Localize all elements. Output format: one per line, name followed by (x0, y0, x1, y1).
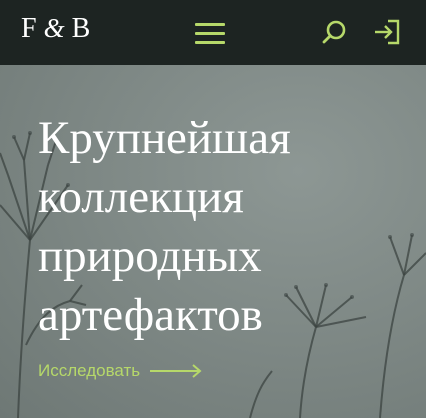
logo-letter-f: F (21, 13, 38, 44)
hero-section: Крупнейшая коллекция природных артефакто… (0, 65, 426, 418)
hamburger-icon-line (195, 41, 225, 44)
logo-letter-b: B (71, 13, 92, 44)
logo[interactable]: F & B (21, 13, 91, 45)
top-bar: F & B (0, 0, 426, 65)
explore-link-label: Исследовать (38, 361, 141, 380)
hamburger-icon-line (195, 32, 225, 35)
search-icon (322, 20, 346, 44)
explore-link[interactable]: Исследовать (38, 361, 204, 381)
hero-title-line: артефактов (38, 289, 263, 341)
hamburger-icon (195, 23, 225, 26)
hero-title-line: Крупнейшая (38, 112, 291, 164)
login-icon (375, 19, 400, 45)
hero-title: Крупнейшая коллекция природных артефакто… (38, 109, 418, 345)
arrow-right-icon (150, 364, 202, 378)
search-button[interactable] (320, 17, 350, 47)
page: F & B Крупнейшая коллекция природных арт… (0, 0, 426, 418)
hero-title-line: коллекция (38, 171, 244, 223)
menu-button[interactable] (195, 22, 225, 46)
login-button[interactable] (372, 17, 402, 47)
logo-ampersand: & (43, 13, 66, 43)
hero-title-line: природных (38, 230, 262, 282)
